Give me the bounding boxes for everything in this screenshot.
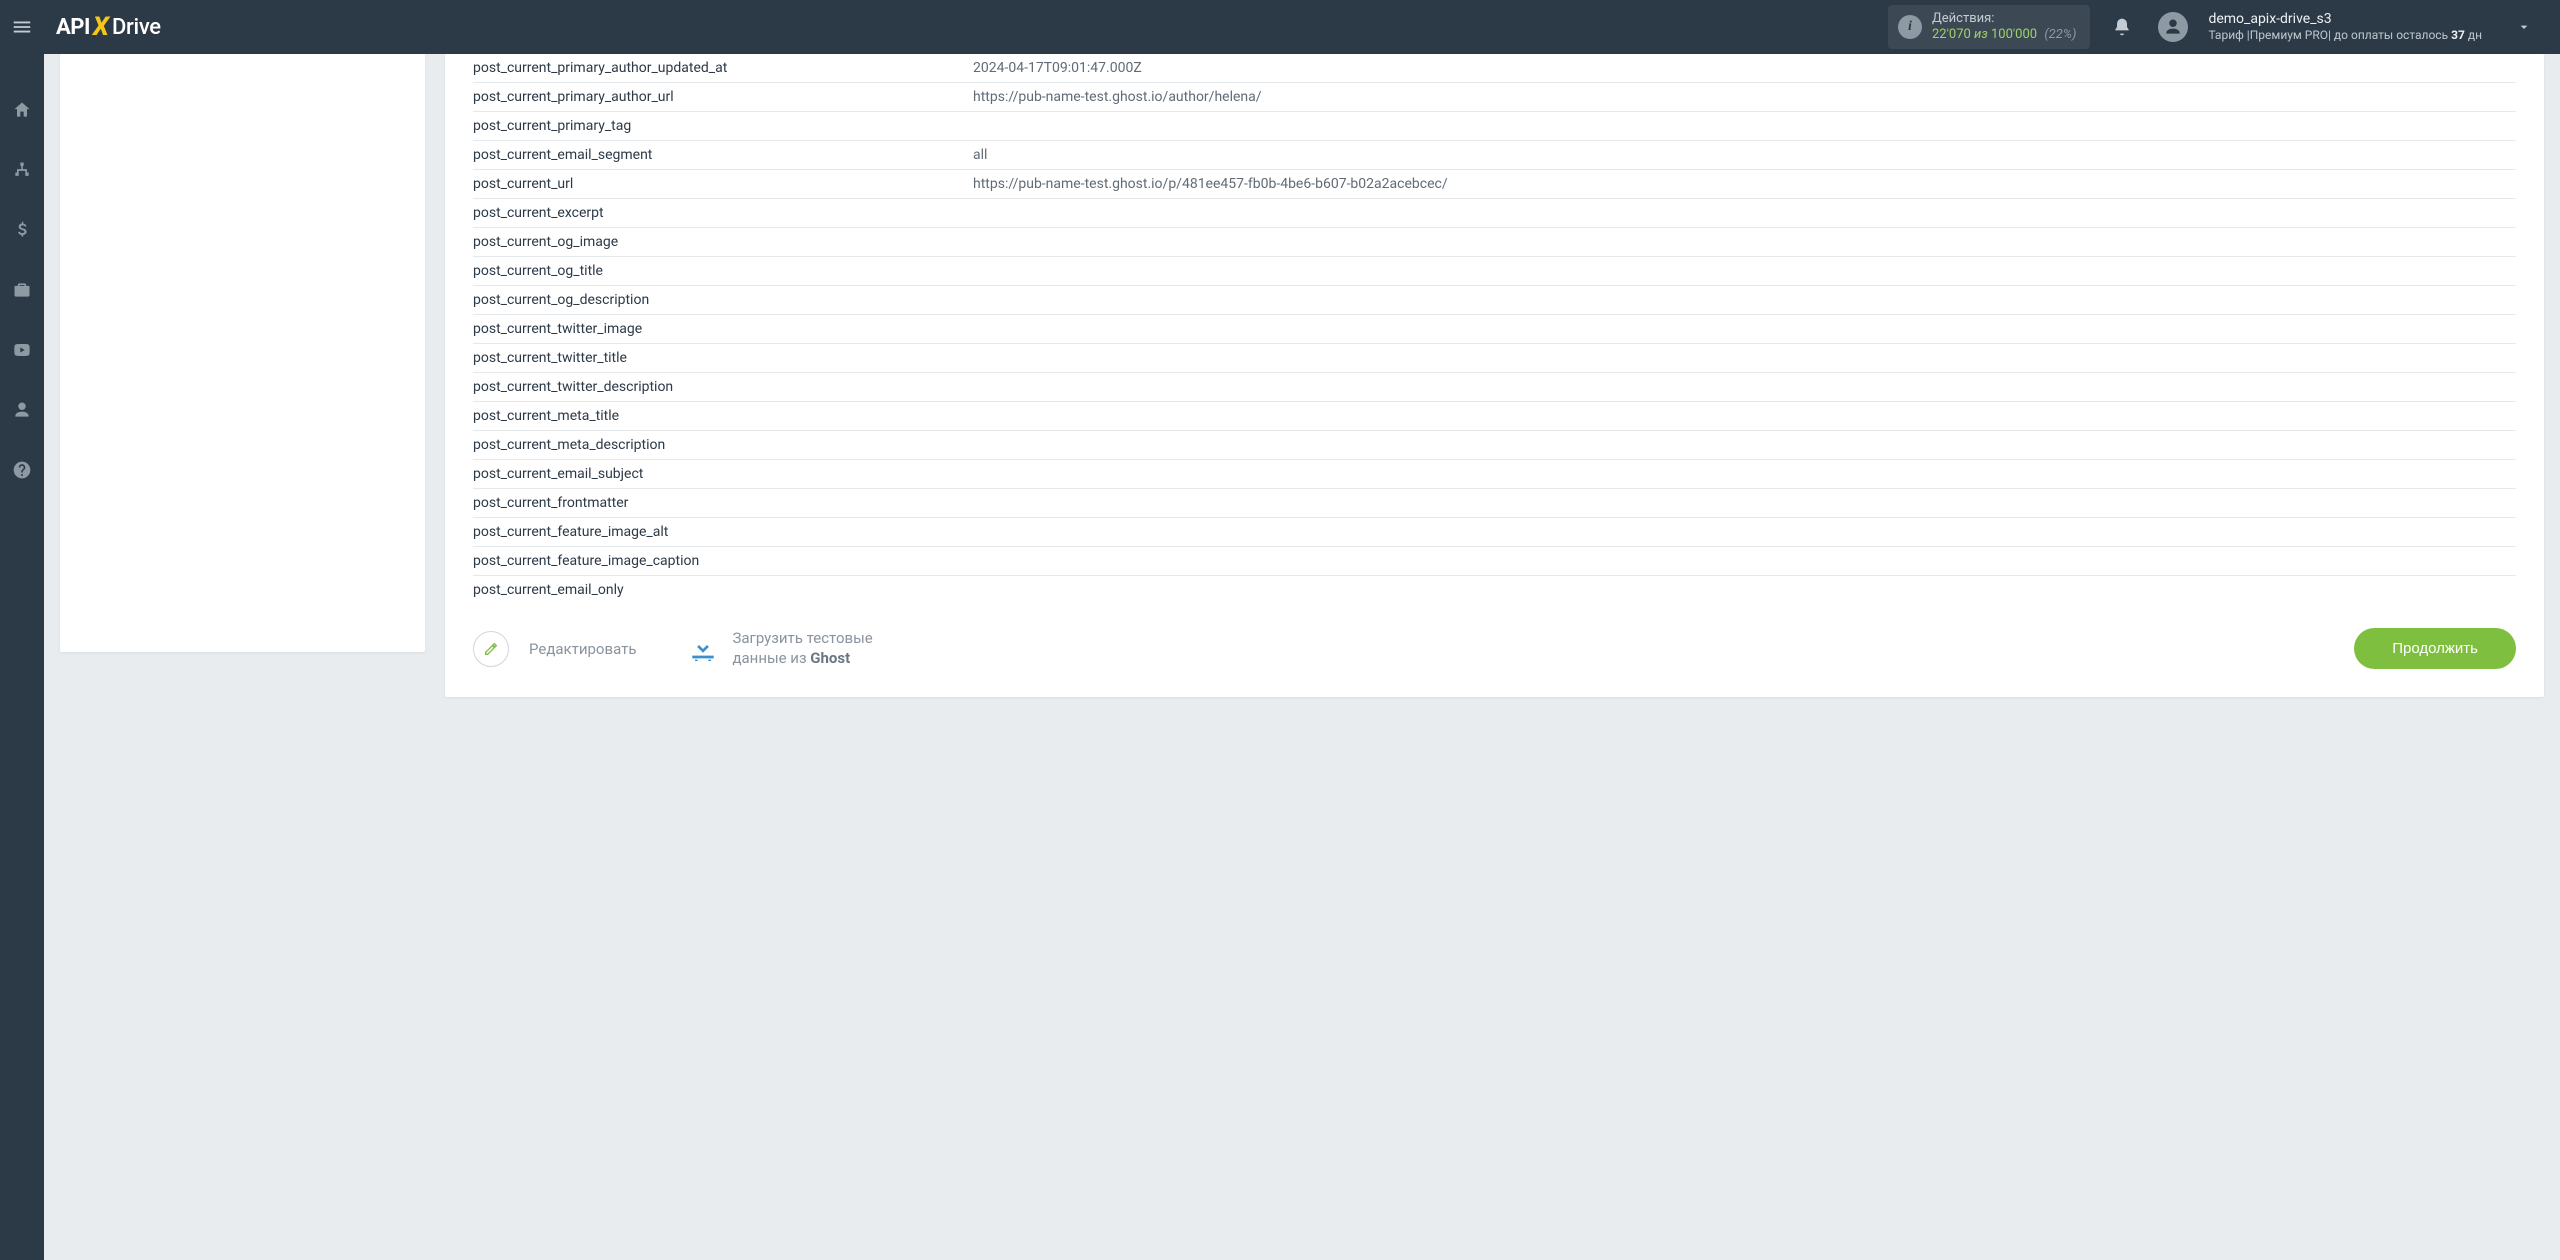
pencil-icon xyxy=(483,641,499,657)
field-key: post_current_feature_image_caption xyxy=(473,553,973,569)
table-row: post_current_email_only xyxy=(473,576,2516,604)
field-key: post_current_frontmatter xyxy=(473,495,973,511)
field-key: post_current_meta_title xyxy=(473,408,973,424)
field-key: post_current_email_only xyxy=(473,582,973,598)
edit-button[interactable] xyxy=(473,631,509,667)
edit-label: Редактировать xyxy=(529,640,636,658)
sidebar-item-home[interactable] xyxy=(2,90,42,130)
sidebar xyxy=(0,54,44,1260)
field-key: post_current_twitter_image xyxy=(473,321,973,337)
logo-text-api: API xyxy=(56,15,90,40)
user-tariff: Тариф |Премиум PRO| до оплаты осталось 3… xyxy=(2208,28,2482,43)
info-icon: i xyxy=(1898,15,1922,39)
table-row: post_current_twitter_image xyxy=(473,315,2516,344)
field-key: post_current_twitter_title xyxy=(473,350,973,366)
actions-label: Действия: xyxy=(1932,11,2076,27)
header: API X Drive i Действия: 22'070 из 100'00… xyxy=(0,0,2560,54)
sidebar-item-connections[interactable] xyxy=(2,150,42,190)
field-key: post_current_email_segment xyxy=(473,147,973,163)
logo-text-drive: Drive xyxy=(112,15,161,40)
table-row: post_current_urlhttps://pub-name-test.gh… xyxy=(473,170,2516,199)
table-row: post_current_twitter_title xyxy=(473,344,2516,373)
fields-table: post_current_primary_author_updated_at20… xyxy=(473,54,2516,604)
briefcase-icon xyxy=(12,280,32,300)
menu-icon xyxy=(11,16,33,38)
logo-text-x: X xyxy=(93,12,109,42)
table-row: post_current_og_title xyxy=(473,257,2516,286)
notifications-button[interactable] xyxy=(2102,7,2142,47)
field-key: post_current_excerpt xyxy=(473,205,973,221)
field-value: https://pub-name-test.ghost.io/p/481ee45… xyxy=(973,176,2516,192)
menu-toggle-button[interactable] xyxy=(0,0,44,54)
table-row: post_current_email_segmentall xyxy=(473,141,2516,170)
table-row: post_current_twitter_description xyxy=(473,373,2516,402)
chevron-down-icon xyxy=(2516,19,2532,35)
field-value: https://pub-name-test.ghost.io/author/he… xyxy=(973,89,2516,105)
load-text-line2: данные из Ghost xyxy=(732,649,872,669)
field-key: post_current_meta_description xyxy=(473,437,973,453)
table-row: post_current_primary_author_urlhttps://p… xyxy=(473,83,2516,112)
field-key: post_current_og_description xyxy=(473,292,973,308)
table-row: post_current_og_description xyxy=(473,286,2516,315)
field-key: post_current_og_title xyxy=(473,263,973,279)
table-row: post_current_primary_tag xyxy=(473,112,2516,141)
user-info[interactable]: demo_apix-drive_s3 Тариф |Премиум PRO| д… xyxy=(2208,11,2482,44)
table-row: post_current_frontmatter xyxy=(473,489,2516,518)
user-menu-caret[interactable] xyxy=(2504,7,2544,47)
left-panel xyxy=(60,54,425,652)
field-key: post_current_email_subject xyxy=(473,466,973,482)
sidebar-item-video[interactable] xyxy=(2,330,42,370)
user-icon xyxy=(12,400,32,420)
youtube-icon xyxy=(12,340,32,360)
field-key: post_current_primary_author_updated_at xyxy=(473,60,973,76)
field-key: post_current_primary_author_url xyxy=(473,89,973,105)
field-key: post_current_og_image xyxy=(473,234,973,250)
panel-footer: Редактировать Загрузить тестовые данные … xyxy=(473,608,2516,669)
help-icon xyxy=(12,460,32,480)
table-row: post_current_feature_image_alt xyxy=(473,518,2516,547)
user-name: demo_apix-drive_s3 xyxy=(2208,11,2482,29)
sidebar-item-profile[interactable] xyxy=(2,390,42,430)
actions-numbers: 22'070 из 100'000 (22%) xyxy=(1932,27,2076,43)
table-row: post_current_feature_image_caption xyxy=(473,547,2516,576)
field-key: post_current_twitter_description xyxy=(473,379,973,395)
field-key: post_current_url xyxy=(473,176,973,192)
table-row: post_current_meta_title xyxy=(473,402,2516,431)
sidebar-item-briefcase[interactable] xyxy=(2,270,42,310)
bell-icon xyxy=(2112,17,2132,37)
home-icon xyxy=(12,100,32,120)
table-row: post_current_og_image xyxy=(473,228,2516,257)
dollar-icon xyxy=(12,220,32,240)
download-icon xyxy=(686,632,720,666)
sitemap-icon xyxy=(12,160,32,180)
table-row: post_current_primary_author_updated_at20… xyxy=(473,54,2516,83)
table-row: post_current_excerpt xyxy=(473,199,2516,228)
table-row: post_current_email_subject xyxy=(473,460,2516,489)
logo[interactable]: API X Drive xyxy=(56,12,161,42)
field-value: all xyxy=(973,147,2516,163)
sidebar-item-help[interactable] xyxy=(2,450,42,490)
load-test-data-button[interactable]: Загрузить тестовые данные из Ghost xyxy=(686,629,872,668)
field-key: post_current_primary_tag xyxy=(473,118,973,134)
user-icon xyxy=(2163,17,2183,37)
table-row: post_current_meta_description xyxy=(473,431,2516,460)
user-avatar[interactable] xyxy=(2158,12,2188,42)
content-area: post_current_primary_author_updated_at20… xyxy=(44,54,2560,1260)
field-value: 2024-04-17T09:01:47.000Z xyxy=(973,60,2516,76)
continue-button[interactable]: Продолжить xyxy=(2354,628,2516,669)
right-panel: post_current_primary_author_updated_at20… xyxy=(445,54,2544,697)
sidebar-item-billing[interactable] xyxy=(2,210,42,250)
actions-counter[interactable]: i Действия: 22'070 из 100'000 (22%) xyxy=(1888,5,2090,50)
field-key: post_current_feature_image_alt xyxy=(473,524,973,540)
load-text-line1: Загрузить тестовые xyxy=(732,629,872,649)
